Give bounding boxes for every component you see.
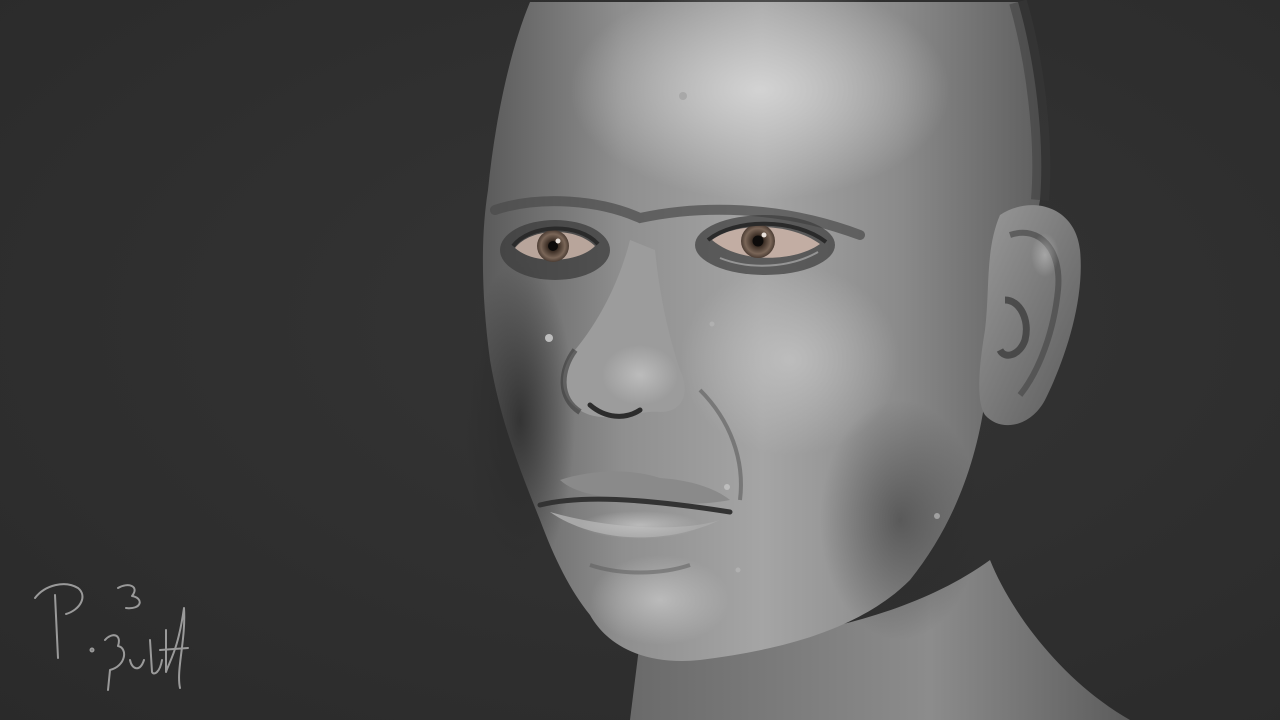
skin-mole [709, 321, 715, 327]
skin-mole [735, 567, 741, 573]
render-viewport [0, 0, 1280, 720]
sculpt-render [0, 0, 1280, 720]
jaw-shadow [820, 400, 980, 640]
skin-mole [545, 334, 553, 342]
left-cheek-shadow [465, 260, 575, 580]
skin-mole [934, 513, 940, 519]
skin-mole [679, 92, 687, 100]
nose-tip-highlight [602, 345, 678, 405]
skin-mole [724, 484, 730, 490]
